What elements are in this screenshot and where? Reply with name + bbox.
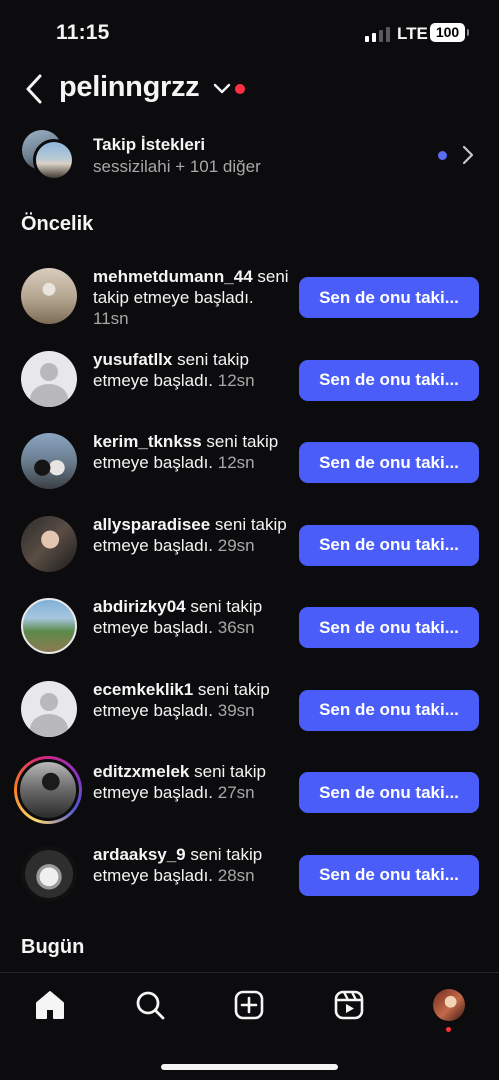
follow-back-button[interactable]: Sen de onu taki... bbox=[299, 854, 479, 896]
profile-avatar[interactable] bbox=[433, 989, 465, 1021]
list-item[interactable]: allysparadisee seni takip etmeye başladı… bbox=[0, 504, 499, 587]
requester-avatar-front bbox=[33, 139, 75, 181]
avatar[interactable] bbox=[21, 268, 77, 324]
list-item[interactable]: yusufatllx seni takip etmeye başladı. 12… bbox=[0, 339, 499, 422]
row-time: 29sn bbox=[213, 535, 255, 555]
reels-icon[interactable] bbox=[333, 989, 365, 1021]
section-title-priority: Öncelik bbox=[21, 213, 94, 235]
follow-back-button[interactable]: Sen de onu taki... bbox=[299, 689, 479, 731]
home-icon[interactable] bbox=[34, 989, 66, 1021]
row-username[interactable]: abdirizky04 bbox=[93, 597, 186, 616]
follow-back-button[interactable]: Sen de onu taki... bbox=[299, 607, 479, 648]
list-item[interactable]: abdirizky04 seni takip etmeye başladı. 3… bbox=[0, 586, 499, 669]
follow-requests-subtitle: sessizilahi + 101 diğer bbox=[93, 157, 261, 176]
follow-back-button[interactable]: Sen de onu taki... bbox=[299, 277, 479, 318]
avatar[interactable] bbox=[21, 680, 77, 737]
row-username[interactable]: allysparadisee bbox=[93, 515, 210, 534]
bottom-tab-bar bbox=[0, 972, 499, 1080]
row-username[interactable]: kerim_tknkss bbox=[93, 432, 202, 451]
row-username[interactable]: editzxmelek bbox=[93, 762, 189, 781]
back-arrow-icon[interactable] bbox=[22, 72, 48, 106]
follow-back-button[interactable]: Sen de onu taki... bbox=[299, 524, 479, 566]
avatar[interactable] bbox=[21, 598, 77, 654]
follow-back-button[interactable]: Sen de onu taki... bbox=[299, 772, 479, 813]
section-title-today: Bugün bbox=[21, 936, 85, 958]
home-indicator bbox=[161, 1064, 338, 1070]
follow-back-button[interactable]: Sen de onu taki... bbox=[299, 359, 479, 401]
row-time: 12sn bbox=[213, 370, 255, 390]
chevron-right-icon bbox=[462, 145, 474, 165]
list-item[interactable]: editzxmelek seni takip etmeye başladı. 2… bbox=[0, 751, 499, 834]
list-item[interactable]: ecemkeklik1 seni takip etmeye başladı. 3… bbox=[0, 669, 499, 752]
status-time: 11:15 bbox=[56, 21, 110, 44]
row-username[interactable]: ardaaksy_9 bbox=[93, 845, 186, 864]
row-time: 39sn bbox=[213, 700, 255, 720]
follow-requests-title: Takip İstekleri bbox=[93, 135, 206, 154]
row-time: 12sn bbox=[213, 453, 255, 472]
row-time: 27sn bbox=[213, 783, 255, 802]
chevron-down-icon[interactable] bbox=[212, 81, 232, 95]
search-icon[interactable] bbox=[134, 989, 166, 1021]
unread-dot bbox=[438, 151, 447, 160]
list-item[interactable]: mehmetdumann_44 seni takip etmeye başlad… bbox=[0, 256, 499, 339]
account-username[interactable]: pelinngrzz bbox=[59, 71, 200, 104]
row-time: 11sn bbox=[93, 309, 129, 328]
row-username[interactable]: yusufatllx bbox=[93, 350, 172, 369]
row-username[interactable]: mehmetdumann_44 bbox=[93, 267, 253, 286]
avatar[interactable] bbox=[21, 433, 77, 489]
create-icon[interactable] bbox=[233, 989, 265, 1021]
network-label: LTE bbox=[397, 24, 428, 43]
list-item[interactable]: kerim_tknkss seni takip etmeye başladı. … bbox=[0, 421, 499, 504]
avatar[interactable] bbox=[21, 350, 77, 407]
status-bar: 11:15 LTE 100 bbox=[0, 0, 499, 64]
list-item[interactable]: ardaaksy_9 seni takip etmeye başladı. 28… bbox=[0, 834, 499, 917]
profile-notification-dot bbox=[446, 1027, 451, 1032]
avatar[interactable] bbox=[21, 515, 77, 572]
account-notification-dot bbox=[235, 84, 245, 94]
avatar[interactable] bbox=[21, 845, 77, 902]
signal-icon bbox=[365, 26, 391, 42]
notification-list: mehmetdumann_44 seni takip etmeye başlad… bbox=[0, 256, 499, 916]
follow-back-button[interactable]: Sen de onu taki... bbox=[299, 442, 479, 483]
follow-requests-row[interactable]: Takip İstekleri sessizilahi + 101 diğer bbox=[0, 124, 499, 188]
row-time: 36sn bbox=[213, 618, 255, 637]
header: pelinngrzz bbox=[0, 66, 499, 112]
row-time: 28sn bbox=[213, 865, 255, 885]
battery-icon: 100 bbox=[430, 23, 469, 42]
story-ring-avatar[interactable] bbox=[14, 756, 82, 824]
row-username[interactable]: ecemkeklik1 bbox=[93, 680, 193, 699]
